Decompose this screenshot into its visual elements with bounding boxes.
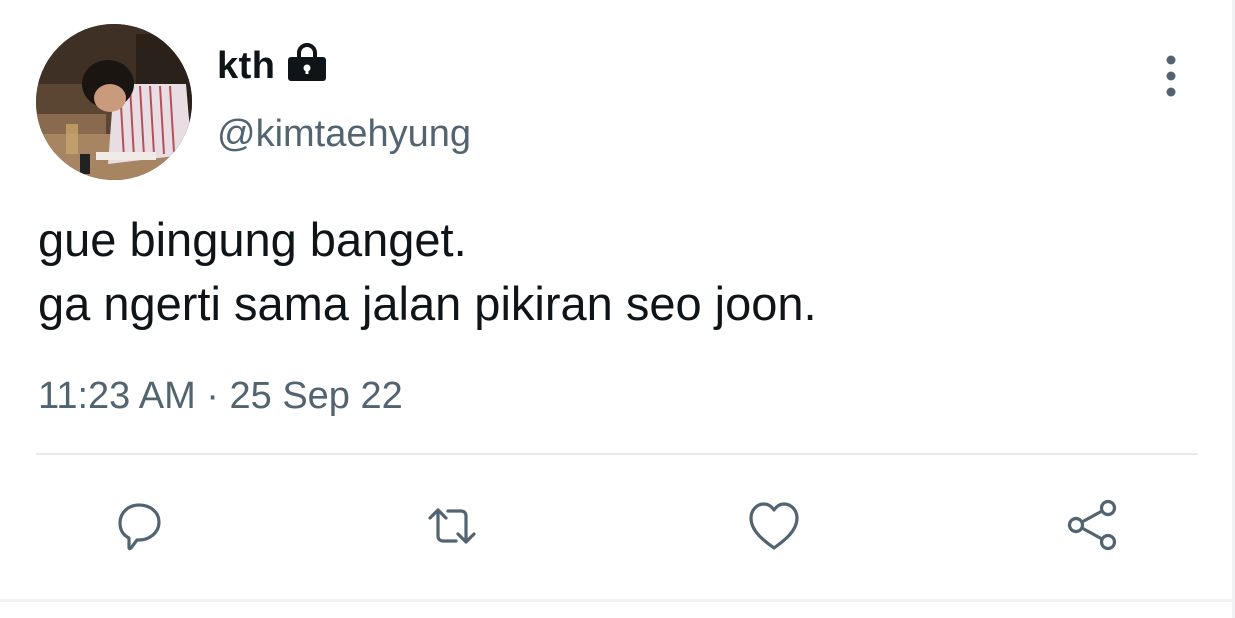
profile-photo-icon [36, 24, 192, 180]
tweet-card: kth @kimtaehyung gue bingung banget. ga … [0, 0, 1235, 618]
more-vertical-icon[interactable] [1156, 52, 1186, 100]
heart-icon [749, 502, 799, 550]
tweet-text-line: ga ngerti sama jalan pikiran seo joon. [38, 277, 817, 330]
avatar[interactable] [36, 24, 192, 180]
retweet-button[interactable] [422, 496, 482, 556]
like-button[interactable] [744, 496, 804, 556]
share-icon [1067, 499, 1117, 551]
divider [36, 453, 1198, 455]
display-name[interactable]: kth [217, 42, 276, 90]
retweet-icon [428, 508, 476, 544]
share-button[interactable] [1062, 496, 1122, 556]
comment-icon [118, 503, 161, 551]
divider [0, 599, 1235, 602]
tweet-timestamp[interactable]: 11:23 AM · 25 Sep 22 [38, 372, 403, 420]
reply-button[interactable] [110, 496, 170, 556]
tweet-text: gue bingung banget. ga ngerti sama jalan… [38, 208, 817, 336]
tweet-text-line: gue bingung banget. [38, 213, 467, 266]
user-handle[interactable]: @kimtaehyung [217, 110, 471, 158]
lock-icon [288, 43, 326, 81]
